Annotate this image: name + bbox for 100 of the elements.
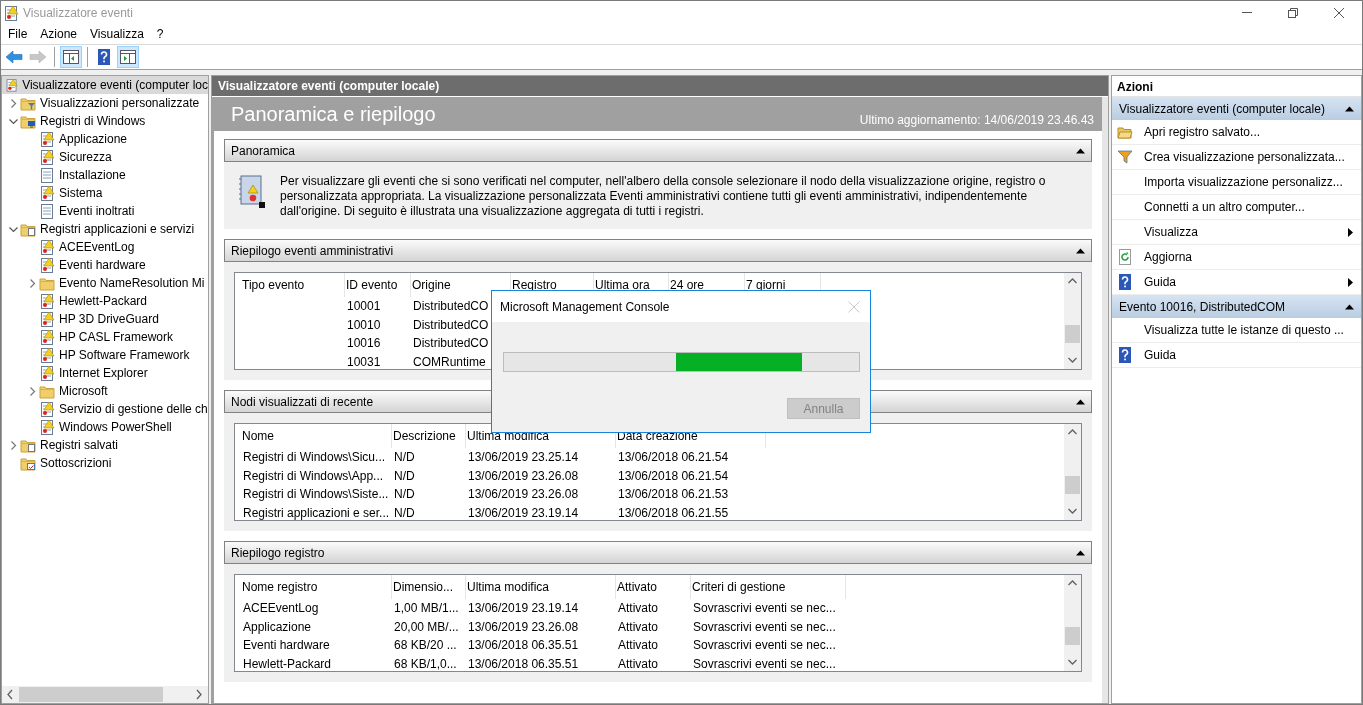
toolbar-button[interactable] (117, 46, 139, 68)
help-icon (95, 48, 113, 66)
table-cell-text: Attivato (617, 601, 660, 616)
action-item[interactable]: Connetti a un altro computer... (1112, 195, 1361, 220)
folder-computer-icon (20, 113, 36, 129)
event-log-icon (39, 311, 55, 327)
forward-arrow-icon (29, 48, 47, 66)
table-cell-text: 10031 (346, 354, 382, 369)
event-log-icon (39, 131, 55, 147)
column-header[interactable]: Ultima modifica (466, 575, 616, 599)
action-group-title: Evento 10016, DistributedCOM (1119, 299, 1286, 314)
tree-item[interactable]: ACEEventLog (2, 238, 208, 256)
tree-item[interactable]: HP CASL Framework (2, 328, 208, 346)
tree-item[interactable]: Visualizzatore eventi (computer loc (2, 76, 208, 94)
menu-item[interactable]: Azione (35, 24, 86, 44)
event-log-icon (39, 185, 55, 201)
tree-item[interactable]: Applicazione (2, 130, 208, 148)
menu-item[interactable]: File (3, 24, 36, 44)
collapse-arrow-icon[interactable] (1076, 549, 1085, 556)
event-log-icon (39, 365, 55, 381)
action-item[interactable]: Aggiorna (1112, 245, 1361, 270)
event-log-book-icon (238, 174, 266, 210)
table-cell-text: Sovrascrivi eventi se nec... (692, 656, 837, 671)
tree-item[interactable]: Internet Explorer (2, 364, 208, 382)
tree-item[interactable]: Sicurezza (2, 148, 208, 166)
tree-item[interactable]: Eventi inoltrati (2, 202, 208, 220)
table-cell-text: Sovrascrivi eventi se nec... (692, 638, 837, 653)
table-cell-text: 1,00 MB/1... (393, 601, 460, 616)
column-header[interactable]: Nome registro (241, 575, 392, 599)
table-cell-text: 68 KB/20 ... (393, 638, 458, 653)
table-cell-text: Sovrascrivi eventi se nec... (692, 601, 837, 616)
table-cell-text: 13/06/2019 23.19.14 (467, 505, 580, 520)
section-title: Riepilogo eventi amministrativi (231, 243, 394, 258)
collapse-arrow-icon[interactable] (1076, 247, 1085, 254)
table-cell-text: Registri di Windows\Siste... (242, 487, 390, 502)
collapse-arrow-icon[interactable] (1076, 147, 1085, 154)
table-cell-text: Registri di Windows\Sicu... (242, 450, 387, 465)
table-cell-text: 13/06/2018 06.21.53 (617, 487, 730, 502)
action-item[interactable]: Guida (1112, 343, 1361, 368)
log-icon (39, 203, 55, 219)
tree-item[interactable]: Registri di Windows (2, 112, 208, 130)
event-log-icon (39, 149, 55, 165)
action-item[interactable]: Visualizza (1112, 220, 1361, 245)
folder-document-icon (20, 437, 36, 453)
table-cell-text: 13/06/2018 06.21.54 (617, 450, 730, 465)
table-cell-text: Applicazione (242, 619, 313, 634)
table-cell-text: Attivato (617, 638, 660, 653)
tree-item[interactable]: HP 3D DriveGuard (2, 310, 208, 328)
table-cell-text: 10010 (346, 317, 382, 332)
tree-item[interactable]: Hewlett-Packard (2, 292, 208, 310)
table-cell-text: Hewlett-Packard (242, 656, 333, 671)
table-cell-text: 10016 (346, 336, 382, 351)
pane-icon (62, 48, 80, 66)
overview-description: Per visualizzare gli eventi che si sono verificati nel computer, nell'albero della console selezionare il nodo della visualizzazione origine, registro o personalizzata appropriata. La visualizzazione personalizzata Eventi amministrativi contiene tutti gli eventi amministrativi, indipendentemente dall'origine. Di seguito è illustrata una visualizzazione aggregata di tutti i registri. (280, 174, 1047, 219)
section-title: Riepilogo registro (231, 545, 325, 560)
action-group-header[interactable]: Evento 10016, DistributedCOM (1112, 295, 1361, 318)
action-item[interactable]: Apri registro salvato... (1112, 120, 1361, 145)
folder-icon (39, 383, 55, 399)
menu-item[interactable]: Visualizza (85, 24, 152, 44)
collapse-arrow-icon[interactable] (1076, 398, 1085, 405)
action-group-header[interactable]: Visualizzatore eventi (computer locale) (1112, 97, 1361, 120)
table-cell-text: 13/06/2018 06.35.51 (467, 656, 580, 671)
action-item[interactable]: Crea visualizzazione personalizzata... (1112, 145, 1361, 170)
table-cell-text: Registri di Windows\App... (242, 468, 385, 483)
filter-icon (1117, 149, 1133, 165)
close-icon (1333, 6, 1345, 19)
tree-item[interactable]: Sistema (2, 184, 208, 202)
column-header[interactable]: Attivato (616, 575, 691, 599)
toolbar-button[interactable] (60, 46, 82, 68)
refresh-icon (1117, 249, 1133, 265)
folder-document-icon (20, 221, 36, 237)
pane-header: Visualizzatore eventi (computer locale) (212, 76, 1108, 96)
tree-item[interactable]: Eventi hardware (2, 256, 208, 274)
tree-item[interactable]: Windows PowerShell (2, 418, 208, 436)
tree-item[interactable]: Evento NameResolution Mi (2, 274, 208, 292)
table-cell-text: Registri applicazioni e ser... (242, 505, 391, 520)
help-icon (1117, 274, 1133, 290)
tree-item[interactable]: HP Software Framework (2, 346, 208, 364)
column-header[interactable]: Descrizione (392, 424, 466, 448)
collapse-arrow-icon (1345, 303, 1354, 310)
tree-item[interactable]: Visualizzazioni personalizzate (2, 94, 208, 112)
table-cell-text: Attivato (617, 656, 660, 671)
tree-item[interactable]: Registri salvati (2, 436, 208, 454)
tree-item[interactable]: Servizio di gestione delle ch (2, 400, 208, 418)
table-cell-text: 10001 (346, 299, 382, 314)
column-header[interactable]: Criteri di gestione (691, 575, 846, 599)
action-item[interactable]: Importa visualizzazione personalizz... (1112, 170, 1361, 195)
table-cell-text: ACEEventLog (242, 601, 320, 616)
column-header[interactable]: Nome (241, 424, 392, 448)
folder-filter-icon (20, 95, 36, 111)
menu-item[interactable]: ? (151, 24, 172, 44)
collapse-arrow-icon (1345, 105, 1354, 112)
action-item[interactable]: Visualizza tutte le istanze di questo ... (1112, 318, 1361, 343)
tree-item[interactable]: Sottoscrizioni (2, 454, 208, 472)
table-cell-text: COMRuntime (412, 354, 487, 369)
tree-item[interactable]: Microsoft (2, 382, 208, 400)
table-cell-text: N/D (393, 468, 416, 483)
column-header[interactable]: Dimensio... (392, 575, 466, 599)
tree-item[interactable]: Registri applicazioni e servizi (2, 220, 208, 238)
tree-item[interactable]: Installazione (2, 166, 208, 184)
